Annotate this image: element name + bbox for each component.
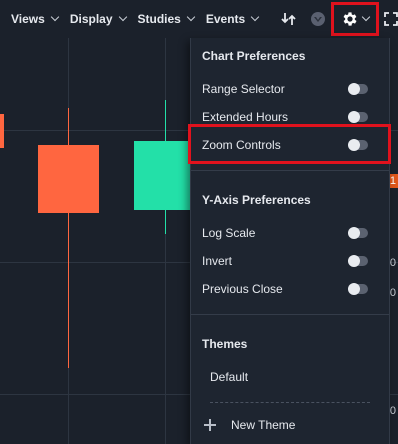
zoom-controls-toggle[interactable] [348,139,368,151]
theme-default-label: Default [210,370,249,384]
candle[interactable] [0,114,4,148]
toggle-knob [348,227,360,239]
shield-icon [311,12,325,26]
toggle-knob [348,255,360,267]
extended-hours-option[interactable]: Extended Hours [191,103,389,131]
display-menu[interactable]: Display [64,0,132,38]
grid-line [165,38,166,444]
range-selector-option[interactable]: Range Selector [191,75,389,103]
toggle-knob [348,283,360,295]
theme-default-option[interactable]: Default [191,363,389,391]
settings-button[interactable] [331,2,379,36]
themes-heading: Themes [202,337,248,351]
new-theme-label: New Theme [231,418,296,432]
log-scale-option[interactable]: Log Scale [191,219,389,247]
events-label: Events [205,12,246,26]
display-label: Display [69,12,113,26]
gear-icon [343,12,357,26]
chevron-down-icon [50,12,60,22]
settings-dropdown: Chart Preferences Range Selector Extende… [190,38,390,444]
yaxis-preferences-heading: Y-Axis Preferences [202,193,311,207]
toggle-knob [348,83,360,95]
chevron-down-icon [250,12,260,22]
menu-divider [191,170,389,171]
events-menu[interactable]: Events [200,0,264,38]
chart-toolbar: Views Display Studies Events [0,0,398,38]
compare-arrows-icon [281,13,296,25]
invert-option[interactable]: Invert [191,247,389,275]
zoom-controls-option[interactable]: Zoom Controls [191,131,389,159]
extended-hours-label: Extended Hours [202,110,289,124]
chart-preferences-heading: Chart Preferences [202,49,306,63]
previous-close-label: Previous Close [202,282,283,296]
chevron-down-icon [361,12,371,22]
fullscreen-button[interactable] [383,0,398,38]
toggle-knob [348,139,360,151]
range-selector-toggle[interactable] [348,83,368,95]
chevron-down-icon [186,12,196,22]
views-label: Views [11,12,45,26]
invert-label: Invert [202,254,233,268]
studies-menu[interactable]: Studies [132,0,200,38]
candle[interactable] [134,141,196,210]
menu-divider [210,402,370,403]
range-selector-label: Range Selector [202,82,285,96]
shared-button[interactable] [307,0,329,38]
app-window: 61 00 00 00 Views Display Studies Events [0,0,398,444]
extended-hours-toggle[interactable] [348,111,368,123]
candle[interactable] [38,145,99,213]
log-scale-label: Log Scale [202,226,256,240]
toggle-knob [348,111,360,123]
previous-close-option[interactable]: Previous Close [191,275,389,303]
fullscreen-icon [383,12,398,26]
studies-label: Studies [137,12,181,26]
menu-divider [191,314,389,315]
compare-button[interactable] [278,0,300,38]
log-scale-toggle[interactable] [348,227,368,239]
views-menu[interactable]: Views [0,0,64,38]
invert-toggle[interactable] [348,255,368,267]
new-theme-button[interactable]: New Theme [191,411,389,439]
plus-icon [204,419,216,431]
previous-close-toggle[interactable] [348,283,368,295]
chevron-down-icon [118,12,127,22]
zoom-controls-label: Zoom Controls [202,138,281,152]
